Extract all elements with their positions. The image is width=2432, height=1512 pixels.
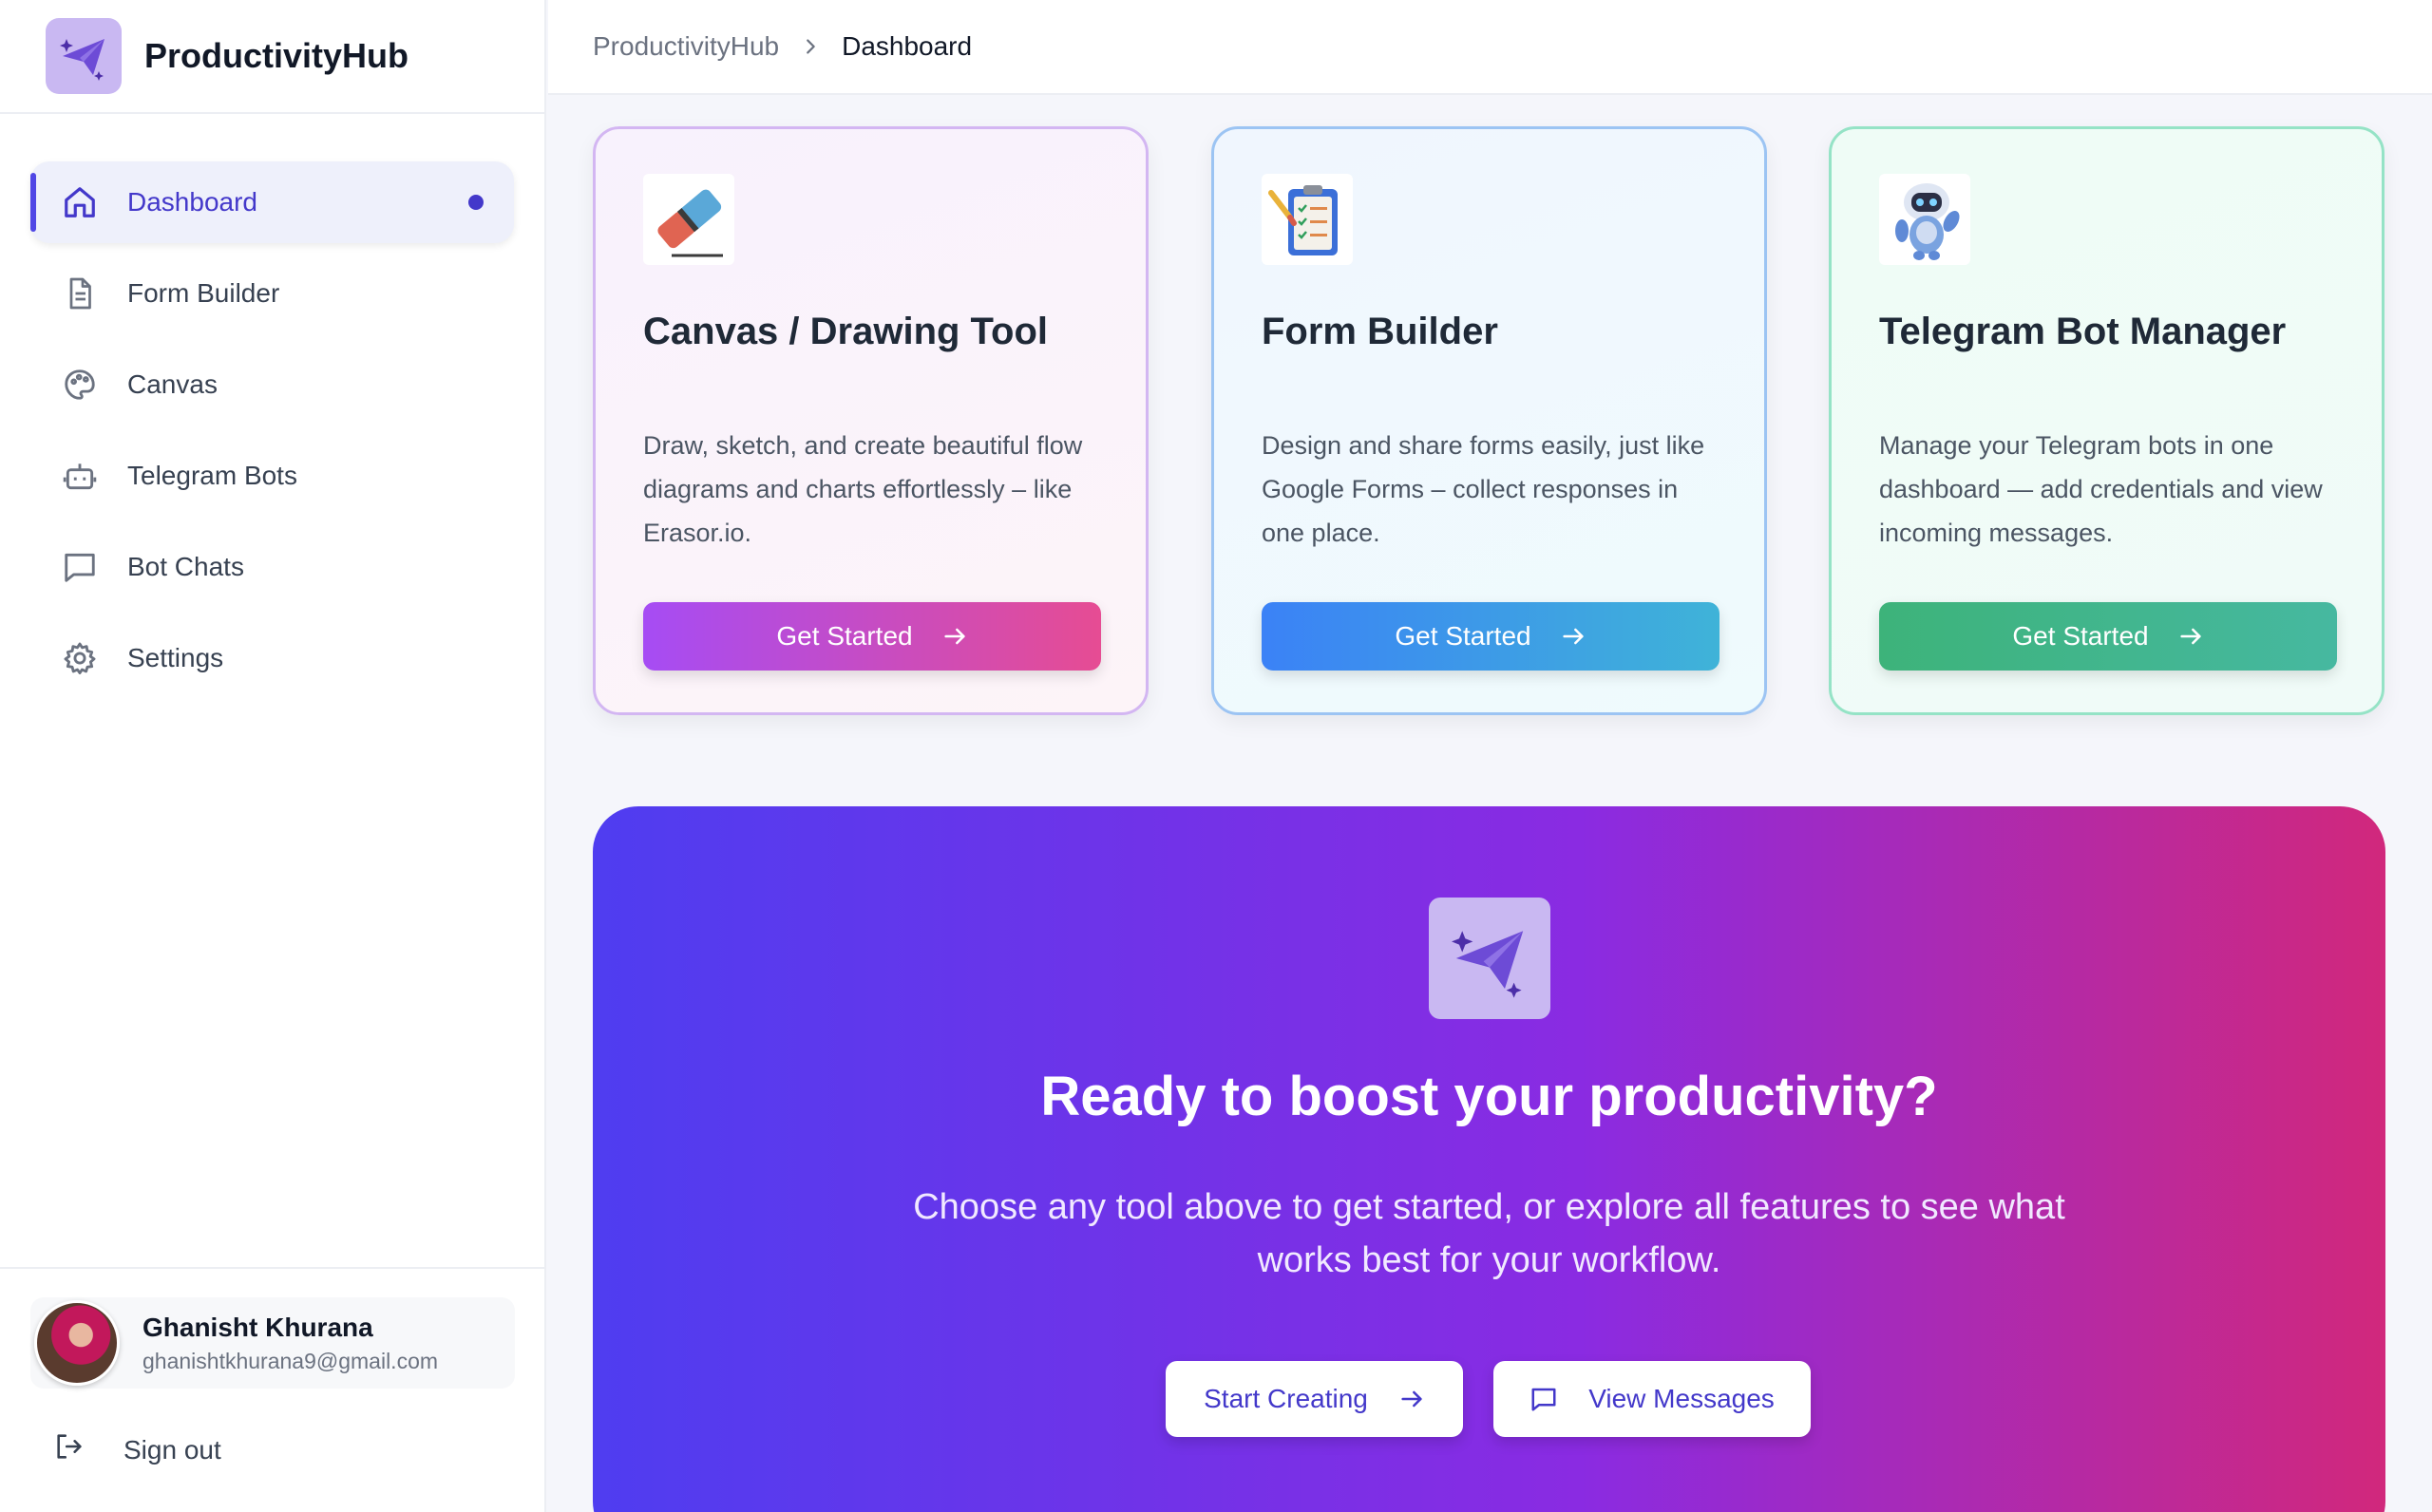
brand-name: ProductivityHub [144, 36, 409, 75]
form-builder-get-started-button[interactable]: Get Started [1262, 602, 1720, 671]
eraser-icon [643, 174, 734, 265]
sidebar-item-canvas[interactable]: Canvas [30, 344, 514, 425]
canvas-get-started-button[interactable]: Get Started [643, 602, 1101, 671]
tool-card-form-builder: Form Builder Design and share forms easi… [1211, 126, 1767, 715]
button-label: Get Started [776, 621, 913, 651]
active-indicator-dot [468, 195, 484, 210]
sidebar-item-label: Dashboard [127, 187, 257, 217]
card-title: Form Builder [1262, 311, 1498, 352]
sidebar-item-label: Form Builder [127, 278, 280, 308]
sidebar-item-label: Bot Chats [127, 552, 244, 581]
avatar [34, 1300, 120, 1386]
breadcrumb-current: Dashboard [842, 31, 973, 61]
view-messages-button[interactable]: View Messages [1493, 1361, 1811, 1437]
card-description: Draw, sketch, and create beautiful flow … [643, 431, 1083, 547]
button-label: Start Creating [1204, 1384, 1368, 1413]
cta-description: Choose any tool above to get started, or… [913, 1187, 2065, 1280]
card-description: Manage your Telegram bots in one dashboa… [1879, 431, 2323, 547]
sidebar-item-form-builder[interactable]: Form Builder [30, 253, 514, 334]
sidebar-nav: Dashboard Form Builder Canvas Telegram B… [0, 114, 544, 699]
home-icon [61, 183, 99, 221]
sign-out-button[interactable]: Sign out [53, 1430, 221, 1469]
document-icon [61, 274, 99, 312]
user-info: Ghanisht Khurana ghanishtkhurana9@gmail.… [142, 1313, 438, 1374]
chat-bubble-icon [61, 548, 99, 586]
chat-bubble-icon [1530, 1385, 1558, 1413]
breadcrumb-root-link[interactable]: ProductivityHub [593, 31, 779, 62]
sign-out-icon [53, 1430, 86, 1469]
clipboard-checklist-icon [1262, 174, 1353, 265]
sidebar-item-label: Settings [127, 643, 224, 672]
tool-card-canvas: Canvas / Drawing Tool Draw, sketch, and … [593, 126, 1149, 715]
card-description: Design and share forms easily, just like… [1262, 431, 1705, 547]
sidebar: ProductivityHub Dashboard Form Builder C… [0, 0, 546, 1512]
user-profile-card[interactable]: Ghanisht Khurana ghanishtkhurana9@gmail.… [30, 1297, 515, 1389]
arrow-right-icon [1398, 1386, 1425, 1412]
sidebar-item-label: Canvas [127, 369, 218, 399]
gear-icon [61, 639, 99, 677]
card-title: Canvas / Drawing Tool [643, 311, 1048, 352]
chevron-right-icon [800, 36, 821, 57]
arrow-right-icon [1560, 623, 1586, 650]
sidebar-footer: Ghanisht Khurana ghanishtkhurana9@gmail.… [0, 1267, 544, 1512]
sidebar-item-telegram-bots[interactable]: Telegram Bots [30, 435, 514, 517]
paper-plane-sparkle-icon [46, 18, 122, 94]
user-email: ghanishtkhurana9@gmail.com [142, 1348, 439, 1373]
cta-banner: Ready to boost your productivity? Choose… [593, 806, 2385, 1512]
sidebar-item-settings[interactable]: Settings [30, 617, 514, 699]
arrow-right-icon [2177, 623, 2204, 650]
cta-title: Ready to boost your productivity? [1040, 1066, 1938, 1127]
button-label: Get Started [1395, 621, 1531, 651]
user-name: Ghanisht Khurana [142, 1312, 373, 1342]
brand[interactable]: ProductivityHub [0, 0, 544, 114]
robot-icon [61, 457, 99, 495]
palette-icon [61, 366, 99, 404]
sidebar-item-dashboard[interactable]: Dashboard [30, 161, 514, 243]
breadcrumb: ProductivityHub Dashboard [548, 0, 2432, 95]
start-creating-button[interactable]: Start Creating [1166, 1361, 1463, 1437]
button-label: Get Started [2012, 621, 2149, 651]
arrow-right-icon [941, 623, 968, 650]
sidebar-item-bot-chats[interactable]: Bot Chats [30, 526, 514, 608]
robot-mascot-icon [1879, 174, 1970, 265]
card-title: Telegram Bot Manager [1879, 311, 2287, 352]
telegram-bot-get-started-button[interactable]: Get Started [1879, 602, 2337, 671]
sign-out-label: Sign out [124, 1434, 221, 1465]
sidebar-item-label: Telegram Bots [127, 461, 297, 490]
button-label: View Messages [1588, 1384, 1775, 1413]
paper-plane-sparkle-icon [1429, 898, 1550, 1019]
tool-card-telegram-bot-manager: Telegram Bot Manager Manage your Telegra… [1829, 126, 2384, 715]
